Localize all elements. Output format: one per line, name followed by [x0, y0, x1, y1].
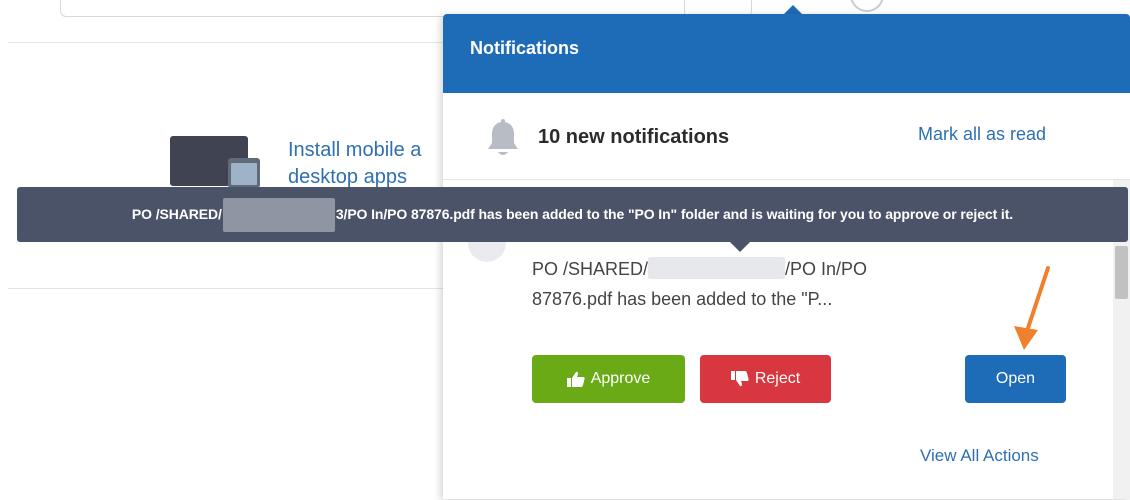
- thumbs-down-icon: [730, 371, 749, 387]
- tooltip: PO /SHARED/3/PO In/PO 87876.pdf has been…: [17, 187, 1128, 252]
- redacted-text: [222, 198, 335, 233]
- redacted-text: [648, 257, 786, 279]
- devices-icon: [170, 136, 260, 188]
- new-notifications-count: 10 new notifications: [538, 126, 730, 148]
- open-button[interactable]: Open: [965, 355, 1066, 403]
- reject-button[interactable]: Reject: [700, 355, 831, 403]
- avatar[interactable]: [850, 0, 884, 12]
- thumbs-up-icon: [566, 371, 585, 387]
- install-apps-link[interactable]: Install mobile a desktop apps: [288, 137, 458, 191]
- bell-icon: [488, 119, 518, 155]
- panel-header: Notifications: [443, 14, 1130, 93]
- mark-all-as-read-link[interactable]: Mark all as read: [918, 124, 1046, 145]
- tooltip-caret: [730, 242, 750, 252]
- view-all-actions-link[interactable]: View All Actions: [920, 446, 1039, 466]
- approve-label: Approve: [590, 370, 651, 387]
- install-link-line1: Install mobile a: [288, 139, 422, 161]
- open-label: Open: [995, 370, 1036, 387]
- reject-label: Reject: [754, 370, 801, 387]
- tooltip-text-part: 3/PO In/PO 87876.pdf has been added to t…: [335, 206, 1014, 222]
- message-text: PO /SHARED/: [532, 259, 649, 279]
- notifications-panel: Notifications 10 new notifications Mark …: [443, 14, 1130, 499]
- panel-title: Notifications: [470, 38, 580, 58]
- notifications-summary: 10 new notifications Mark all as read: [443, 93, 1130, 180]
- scrollbar-thumb[interactable]: [1115, 246, 1128, 299]
- tooltip-text-part: PO /SHARED/: [131, 206, 222, 222]
- annotation-arrow: [1014, 266, 1050, 350]
- message-text: 87876.pdf has been added to the "P...: [532, 289, 833, 309]
- message-text: /PO In/PO: [785, 259, 868, 279]
- tooltip-text: PO /SHARED/3/PO In/PO 87876.pdf has been…: [17, 187, 1128, 242]
- divider: [8, 42, 448, 43]
- divider: [8, 288, 448, 289]
- approve-button[interactable]: Approve: [532, 355, 685, 403]
- notification-message[interactable]: PO /SHARED/ /PO In/PO 87876.pdf has been …: [532, 254, 952, 314]
